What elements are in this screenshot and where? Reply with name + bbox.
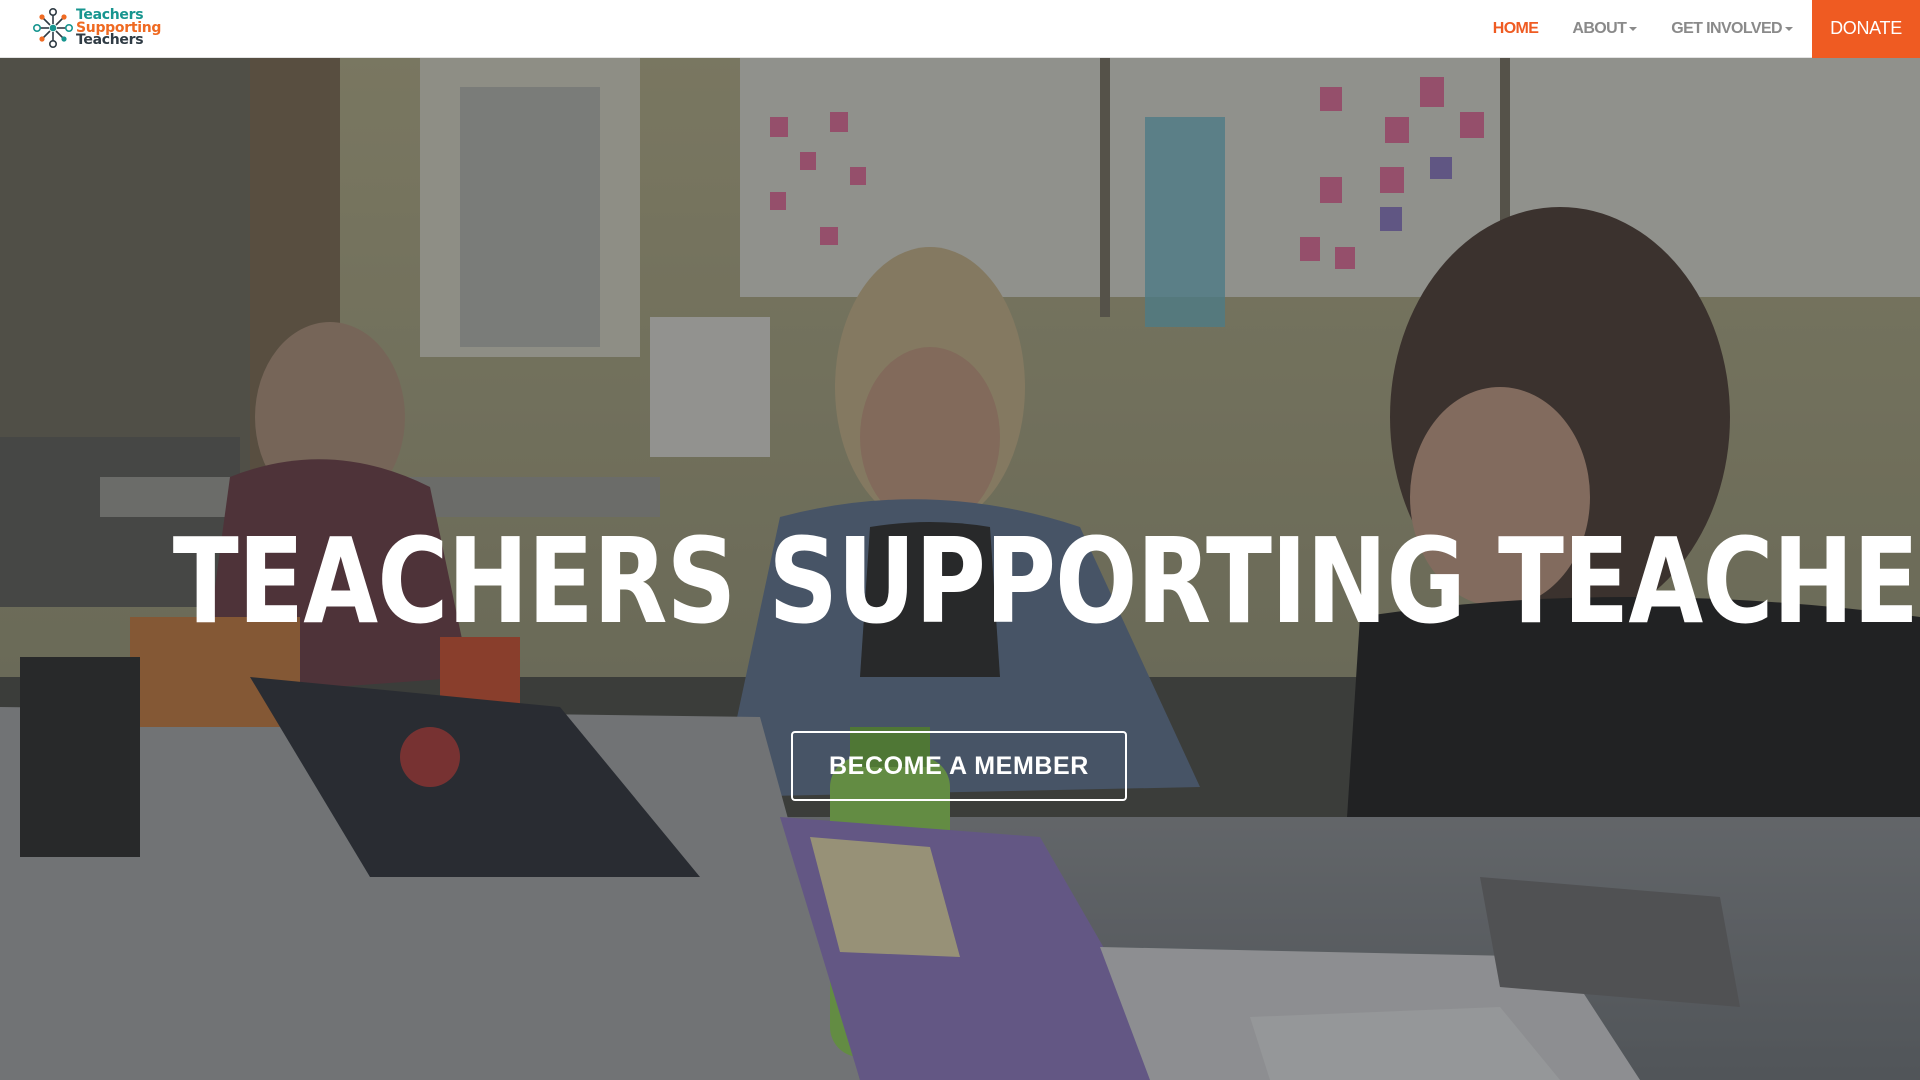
nav-item-label: HOME bbox=[1492, 20, 1539, 37]
logo-line-3: Teachers bbox=[76, 32, 144, 49]
main-nav: HOME ABOUT GET INVOLVED DONATE bbox=[1476, 0, 1920, 58]
hero-title: TEACHERS SUPPORTING TEACHERS bbox=[172, 512, 1920, 650]
become-member-button[interactable]: BECOME A MEMBER bbox=[791, 731, 1127, 801]
nav-item-label: GET INVOLVED bbox=[1671, 20, 1782, 37]
nav-item-home[interactable]: HOME bbox=[1476, 0, 1556, 57]
caret-down-icon bbox=[1629, 26, 1638, 31]
caret-down-icon bbox=[1785, 26, 1793, 31]
donate-button[interactable]: DONATE bbox=[1812, 0, 1920, 58]
network-logo-icon bbox=[33, 7, 73, 48]
nav-item-get-involved[interactable]: GET INVOLVED bbox=[1654, 0, 1810, 57]
site-logo[interactable]: Teachers Supporting Teachers bbox=[33, 3, 161, 53]
hero-section: TEACHERS SUPPORTING TEACHERS BECOME A ME… bbox=[0, 57, 1920, 1080]
logo-wordmark: Teachers Supporting Teachers bbox=[76, 9, 161, 47]
nav-item-about[interactable]: ABOUT bbox=[1555, 0, 1654, 57]
nav-item-label: ABOUT bbox=[1572, 20, 1627, 37]
site-header: Teachers Supporting Teachers HOME ABOUT … bbox=[0, 0, 1920, 58]
page: Teachers Supporting Teachers HOME ABOUT … bbox=[0, 0, 1920, 1080]
